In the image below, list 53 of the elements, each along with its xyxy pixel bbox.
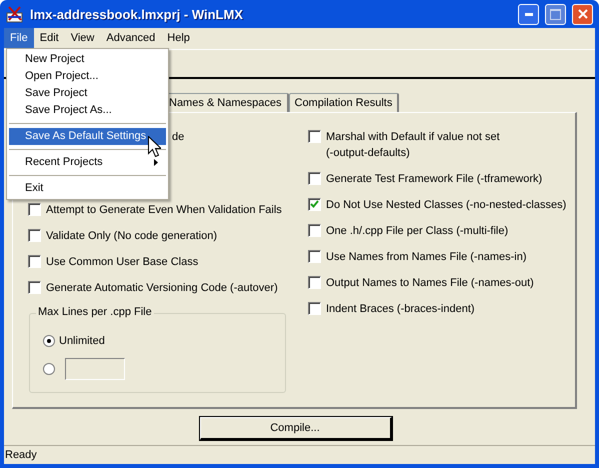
menu-item[interactable]: File xyxy=(4,28,34,48)
checkbox[interactable] xyxy=(308,198,321,211)
option-label: Attempt to Generate Even When Validation Fails xyxy=(46,203,282,218)
menu-item[interactable]: View xyxy=(64,28,100,48)
menu-item[interactable]: Edit xyxy=(34,28,65,48)
option-label: Use Common User Base Class xyxy=(46,255,198,270)
option-label: One .h/.cpp File per Class (-multi-file) xyxy=(326,224,508,239)
checkbox[interactable] xyxy=(308,224,321,237)
input-field[interactable] xyxy=(65,358,125,380)
option-label: Output Names to Names File (-names-out) xyxy=(326,276,534,291)
checkbox[interactable] xyxy=(308,172,321,185)
checkbox[interactable] xyxy=(28,281,41,294)
menu-entry[interactable]: Recent Projects xyxy=(9,154,166,171)
minimize-icon xyxy=(524,12,532,16)
menu-item[interactable]: Help xyxy=(161,28,196,48)
minimize-button[interactable] xyxy=(518,4,539,24)
option-label: Do Not Use Nested Classes (-no-nested-classes) xyxy=(326,198,566,213)
maximize-icon xyxy=(550,8,561,20)
option-label: Generate Test Framework File (-tframework) xyxy=(326,172,542,187)
checkbox[interactable] xyxy=(308,130,321,143)
menu-entry[interactable]: Open Project... xyxy=(9,68,166,85)
option-label: Indent Braces (-braces-indent) xyxy=(326,302,475,317)
submenu-arrow-icon xyxy=(154,159,158,166)
option-label: Validate Only (No code generation) xyxy=(46,229,218,244)
close-button[interactable] xyxy=(572,4,593,24)
maximize-button[interactable] xyxy=(545,4,566,24)
checkbox[interactable] xyxy=(308,302,321,315)
checkbox[interactable] xyxy=(28,203,41,216)
close-icon xyxy=(578,9,588,19)
tab[interactable]: Compilation Results xyxy=(288,93,400,112)
radio-button[interactable] xyxy=(43,335,55,347)
group-title: Max Lines per .cpp File xyxy=(36,306,154,318)
compile-button[interactable]: Compile... xyxy=(200,417,392,440)
checkbox[interactable] xyxy=(308,276,321,289)
radio-label: Unlimited xyxy=(59,335,105,347)
checkbox[interactable] xyxy=(308,250,321,263)
menu-entry[interactable]: Save As Default Settings xyxy=(9,128,166,145)
option-label: Generate Automatic Versioning Code (-autover) xyxy=(46,281,278,296)
menu-entry[interactable]: Exit xyxy=(9,180,166,197)
menu-entry[interactable]: Save Project xyxy=(9,85,166,102)
menu-item[interactable]: Advanced xyxy=(100,28,162,48)
status-bar: Ready xyxy=(4,445,595,464)
menu-entry[interactable]: New Project xyxy=(9,51,166,68)
option-label: de xyxy=(172,131,184,143)
window-title: lmx-addressbook.lmxprj - WinLMX xyxy=(30,6,244,22)
app-icon xyxy=(6,5,24,23)
option-label: Use Names from Names File (-names-in) xyxy=(326,250,526,265)
option-label: Marshal with Default if value not set (-output-defaults) xyxy=(326,130,500,161)
cursor-icon xyxy=(148,136,161,157)
checkbox[interactable] xyxy=(28,255,41,268)
menu-entry[interactable]: Save Project As... xyxy=(9,102,166,119)
checkbox[interactable] xyxy=(28,229,41,242)
radio-button[interactable] xyxy=(43,363,55,375)
